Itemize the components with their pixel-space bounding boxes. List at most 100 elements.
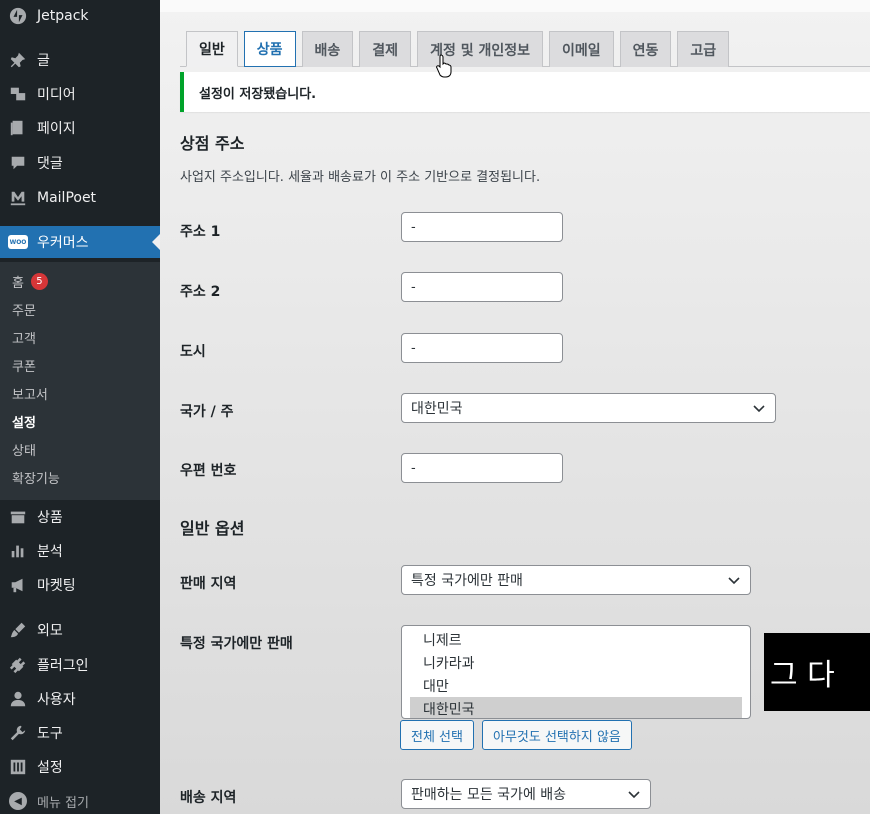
specific-countries-listbox[interactable]: 니제르 니카라과 대만 대한민국 <box>401 625 751 719</box>
megaphone-icon <box>8 575 28 595</box>
sidebar-item-analytics[interactable]: 분석 <box>0 535 160 567</box>
sidebar-item-label: 플러그인 <box>37 658 89 674</box>
success-notice: 설정이 저장됐습니다. <box>180 72 870 112</box>
sidebar-item-label: MailPoet <box>37 190 97 206</box>
selling-location-select[interactable]: 특정 국가에만 판매 <box>401 565 751 595</box>
select-all-button[interactable]: 전체 선택 <box>400 720 474 750</box>
shipping-location-value: 판매하는 모든 국가에 배송 <box>411 787 567 803</box>
country-select-value: 대한민국 <box>411 401 463 417</box>
city-label: 도시 <box>180 344 206 360</box>
mailpoet-icon <box>8 188 28 208</box>
page-icon <box>8 118 28 138</box>
submenu-item-settings[interactable]: 설정 <box>12 412 36 431</box>
tab-products[interactable]: 상품 <box>243 31 296 67</box>
plugin-icon <box>8 655 28 675</box>
country-select[interactable]: 대한민국 <box>401 393 776 423</box>
sidebar-item-tools[interactable]: 도구 <box>0 717 160 749</box>
sidebar-item-label: 글 <box>37 53 50 69</box>
country-option-selected[interactable]: 대한민국 <box>410 697 742 718</box>
woocommerce-submenu: 홈 5 주문 고객 쿠폰 보고서 설정 상태 확장기능 <box>0 262 160 500</box>
settings-icon <box>8 757 28 777</box>
sidebar-item-users[interactable]: 사용자 <box>0 683 160 715</box>
tab-general[interactable]: 일반 <box>186 31 238 67</box>
tab-shipping[interactable]: 배송 <box>301 31 354 67</box>
sidebar-item-label: 댓글 <box>37 156 63 172</box>
submenu-item-status[interactable]: 상태 <box>12 440 36 459</box>
address1-label: 주소 1 <box>180 224 221 240</box>
media-icon <box>8 84 28 104</box>
top-strip <box>160 0 870 12</box>
submenu-item-reports[interactable]: 보고서 <box>12 384 48 403</box>
collapse-label: 메뉴 접기 <box>37 795 89 811</box>
collapse-menu-button[interactable]: ◀ 메뉴 접기 <box>0 785 160 814</box>
address2-label: 주소 2 <box>180 284 221 300</box>
sidebar-item-label: 외모 <box>37 623 63 639</box>
sidebar-item-posts[interactable]: 글 <box>0 44 160 76</box>
tab-advanced[interactable]: 고급 <box>677 31 730 67</box>
sidebar-item-label: 미디어 <box>37 87 76 103</box>
chevron-down-icon <box>752 401 766 415</box>
sidebar-item-mailpoet[interactable]: MailPoet <box>0 182 160 214</box>
country-label: 국가 / 주 <box>180 404 234 420</box>
city-input[interactable]: - <box>401 333 563 363</box>
tab-integration[interactable]: 연동 <box>619 31 672 67</box>
sidebar-item-label: 분석 <box>37 544 63 560</box>
chevron-down-icon <box>727 573 741 587</box>
sidebar-item-marketing[interactable]: 마켓팅 <box>0 569 160 601</box>
wrench-icon <box>8 723 28 743</box>
sidebar-item-jetpack[interactable]: Jetpack <box>0 0 160 32</box>
woocommerce-icon: WOO <box>8 232 28 252</box>
postcode-label: 우편 번호 <box>180 463 237 479</box>
submenu-item-home[interactable]: 홈 5 <box>12 272 48 291</box>
submenu-item-extensions[interactable]: 확장기능 <box>12 468 60 487</box>
shipping-location-label: 배송 지역 <box>180 790 237 806</box>
collapse-icon: ◀ <box>8 791 28 811</box>
jetpack-icon <box>8 6 28 26</box>
sidebar-item-settings[interactable]: 설정 <box>0 751 160 783</box>
country-option[interactable]: 니제르 <box>410 628 742 651</box>
notification-count-badge: 5 <box>30 273 48 290</box>
admin-sidebar: Jetpack 글 미디어 페이지 댓글 MailPoet WOO 우커머스 홈… <box>0 0 160 814</box>
products-icon <box>8 507 28 527</box>
select-none-button[interactable]: 아무것도 선택하지 않음 <box>482 720 632 750</box>
user-icon <box>8 689 28 709</box>
sidebar-item-label: 우커머스 <box>37 235 89 251</box>
settings-tabs: 일반 상품 배송 결제 계정 및 개인정보 이메일 연동 고급 <box>186 31 735 67</box>
chevron-down-icon <box>627 787 641 801</box>
sidebar-item-comments[interactable]: 댓글 <box>0 147 160 179</box>
analytics-icon <box>8 541 28 561</box>
brush-icon <box>8 620 28 640</box>
tab-payments[interactable]: 결제 <box>359 31 412 67</box>
hand-pointer-cursor-icon <box>436 54 452 78</box>
sidebar-item-pages[interactable]: 페이지 <box>0 112 160 144</box>
sidebar-item-label: 사용자 <box>37 692 76 708</box>
country-option[interactable]: 니카라과 <box>410 651 742 674</box>
submenu-item-orders[interactable]: 주문 <box>12 300 36 319</box>
sidebar-item-products[interactable]: 상품 <box>0 501 160 533</box>
sidebar-item-label: 설정 <box>37 760 63 776</box>
comment-icon <box>8 153 28 173</box>
sidebar-item-label: Jetpack <box>37 8 89 24</box>
selling-location-label: 판매 지역 <box>180 576 237 592</box>
pin-icon <box>8 50 28 70</box>
submenu-item-customers[interactable]: 고객 <box>12 328 36 347</box>
sidebar-item-label: 도구 <box>37 726 63 742</box>
video-subtitle: 그 다 <box>764 633 870 711</box>
sidebar-item-woocommerce[interactable]: WOO 우커머스 <box>0 226 160 258</box>
address2-input[interactable]: - <box>401 272 563 302</box>
postcode-input[interactable]: - <box>401 453 563 483</box>
address1-input[interactable]: - <box>401 212 563 242</box>
store-address-description: 사업지 주소입니다. 세율과 배송료가 이 주소 기반으로 결정됩니다. <box>180 170 541 185</box>
sidebar-item-media[interactable]: 미디어 <box>0 78 160 110</box>
store-address-heading: 상점 주소 <box>180 134 245 153</box>
sidebar-item-label: 페이지 <box>37 121 76 137</box>
general-options-heading: 일반 옵션 <box>180 519 245 538</box>
tab-emails[interactable]: 이메일 <box>548 31 614 67</box>
sidebar-item-appearance[interactable]: 외모 <box>0 614 160 646</box>
country-option[interactable]: 대만 <box>410 674 742 697</box>
sidebar-item-plugins[interactable]: 플러그인 <box>0 649 160 681</box>
sidebar-item-label: 마켓팅 <box>37 578 76 594</box>
submenu-item-coupons[interactable]: 쿠폰 <box>12 356 36 375</box>
shipping-location-select[interactable]: 판매하는 모든 국가에 배송 <box>401 779 651 809</box>
specific-countries-label: 특정 국가에만 판매 <box>180 636 293 652</box>
